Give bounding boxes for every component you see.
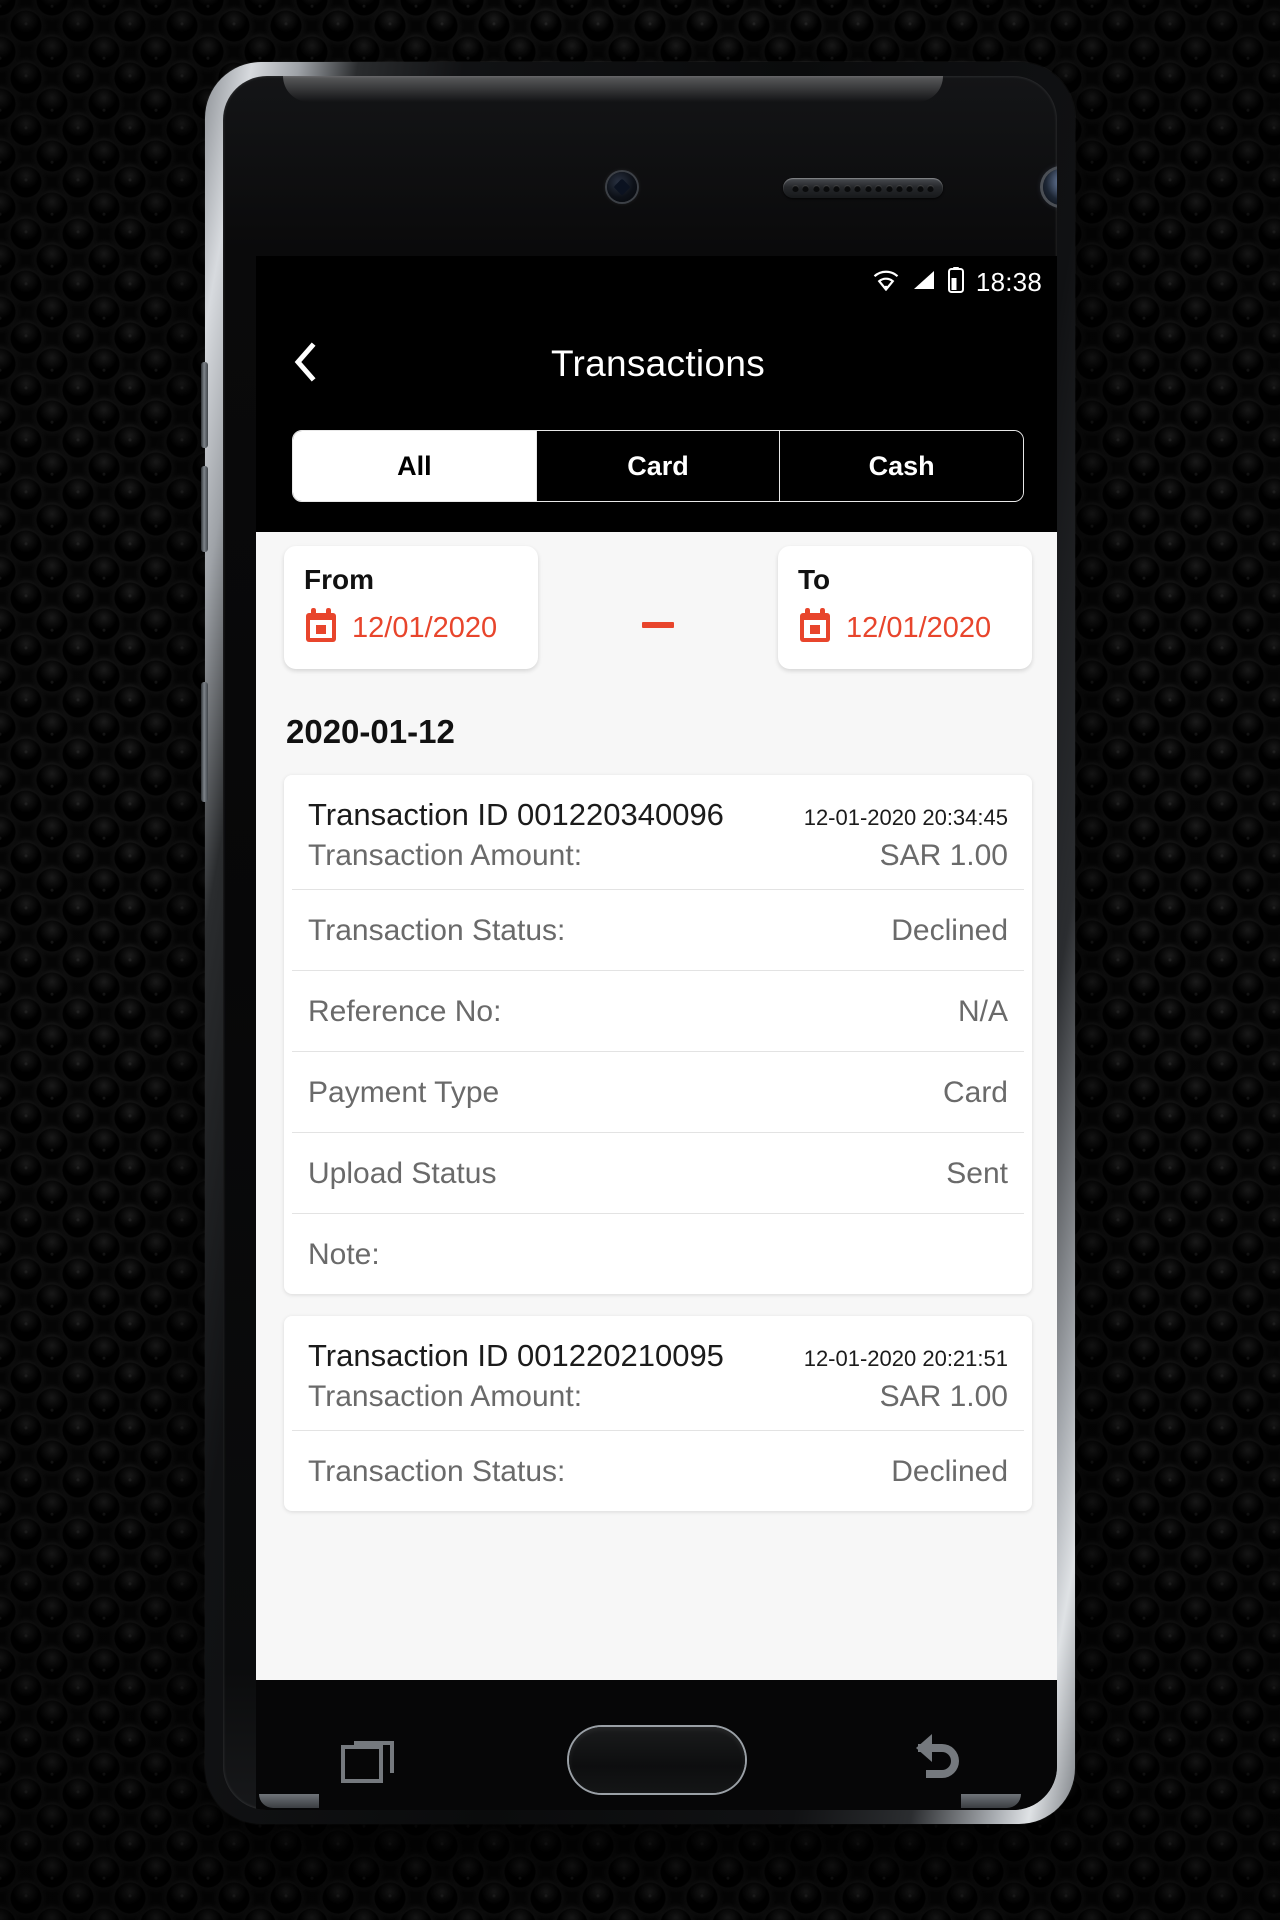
front-camera-icon: [1043, 169, 1057, 205]
battery-icon: [947, 266, 964, 298]
bottom-bezel-left: [259, 1794, 319, 1808]
transaction-payment-type-row: Payment Type Card: [292, 1052, 1024, 1133]
row-key: Upload Status: [308, 1157, 497, 1190]
back-button[interactable]: [276, 335, 334, 393]
row-key: Reference No:: [308, 995, 502, 1028]
row-key: Transaction Status:: [308, 914, 566, 947]
content-area: From 12/01/2020 To 12/01/2020 2020-01-12…: [256, 532, 1057, 1680]
transaction-card[interactable]: Transaction ID 001220340096 12-01-2020 2…: [284, 775, 1032, 1294]
tab-cash[interactable]: Cash: [780, 431, 1023, 501]
tab-card[interactable]: Card: [536, 431, 781, 501]
row-value: Sent: [946, 1157, 1008, 1190]
transaction-amount-row: Transaction Amount: SAR 1.00: [292, 1374, 1024, 1431]
transaction-status-row: Transaction Status: Declined: [292, 1431, 1024, 1511]
transaction-timestamp: 12-01-2020 20:21:51: [803, 1346, 1008, 1371]
row-value: N/A: [957, 995, 1008, 1028]
transaction-reference-row: Reference No: N/A: [292, 971, 1024, 1052]
volume-up-button[interactable]: [201, 362, 208, 448]
transaction-id: Transaction ID 001220340096: [308, 797, 724, 832]
date-range-filter: From 12/01/2020 To 12/01/2020: [256, 532, 1057, 669]
row-value: Declined: [891, 1455, 1008, 1488]
recents-icon[interactable]: [340, 1729, 402, 1792]
date-to-label: To: [798, 564, 831, 595]
transaction-upload-status-row: Upload Status Sent: [292, 1133, 1024, 1214]
signal-icon: [912, 269, 936, 296]
row-key: Transaction Amount:: [308, 839, 583, 872]
date-to-card[interactable]: To 12/01/2020: [778, 546, 1032, 669]
day-group-header: 2020-01-12: [286, 713, 455, 750]
chevron-left-icon: [290, 340, 320, 389]
home-key[interactable]: [568, 1727, 745, 1793]
row-key: Note:: [308, 1238, 380, 1271]
page-title: Transactions: [550, 343, 766, 384]
phone-device: 18:38 Transactions All Card Cash From 12…: [201, 62, 1075, 1824]
row-value: Declined: [891, 914, 1008, 947]
power-button[interactable]: [201, 682, 208, 802]
date-range-separator: [538, 588, 778, 628]
row-key: Payment Type: [308, 1076, 500, 1109]
transaction-timestamp: 12-01-2020 20:34:45: [803, 805, 1008, 830]
transaction-amount-row: Transaction Amount: SAR 1.00: [292, 833, 1024, 890]
device-navigation-bar: [256, 1680, 1057, 1810]
transaction-note-row: Note:: [292, 1214, 1024, 1294]
bottom-bezel-right: [961, 1794, 1021, 1808]
earpiece-speaker: [783, 178, 943, 198]
row-value: SAR 1.00: [879, 839, 1008, 872]
transaction-status-row: Transaction Status: Declined: [292, 890, 1024, 971]
wifi-icon: [872, 269, 900, 296]
status-bar: 18:38: [256, 256, 1057, 308]
back-arrow-icon[interactable]: [912, 1730, 976, 1791]
proximity-sensor-icon: [607, 172, 637, 202]
volume-down-button[interactable]: [201, 466, 208, 552]
date-from-card[interactable]: From 12/01/2020: [284, 546, 538, 669]
segmented-control: All Card Cash: [292, 430, 1024, 502]
row-key: Transaction Status:: [308, 1455, 566, 1488]
tab-all[interactable]: All: [293, 431, 537, 501]
app-bar: Transactions: [256, 308, 1057, 420]
calendar-icon: [304, 608, 338, 649]
row-value: Card: [942, 1076, 1008, 1109]
row-key: Transaction Amount:: [308, 1380, 583, 1413]
date-to-value: 12/01/2020: [846, 612, 992, 644]
phone-screen: 18:38 Transactions All Card Cash From 12…: [256, 256, 1057, 1680]
row-value: SAR 1.00: [879, 1380, 1008, 1413]
transaction-id: Transaction ID 001220210095: [308, 1338, 724, 1373]
bezel-gloss: [283, 76, 943, 102]
date-from-value: 12/01/2020: [352, 612, 498, 644]
date-from-label: From: [304, 564, 374, 595]
tab-filter-wrap: All Card Cash: [256, 420, 1057, 532]
transaction-card[interactable]: Transaction ID 001220210095 12-01-2020 2…: [284, 1316, 1032, 1511]
status-bar-clock: 18:38: [975, 266, 1042, 297]
calendar-icon: [798, 608, 832, 649]
